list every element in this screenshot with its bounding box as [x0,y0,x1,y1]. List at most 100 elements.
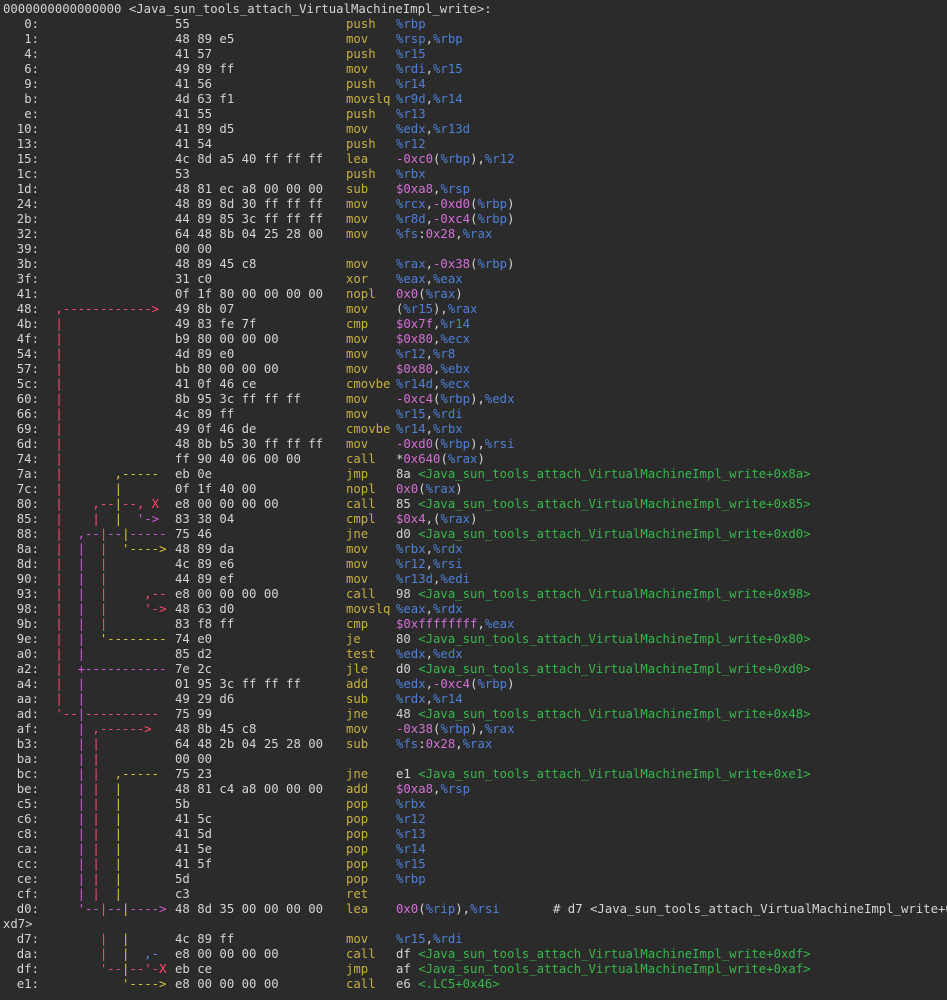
operand-token: , [425,602,434,616]
operand-token: %rbp [396,17,426,31]
arrow-segment: | [48,932,108,946]
operand-token: df [396,947,419,961]
operand-token: ) [507,212,515,226]
address: 9e: [16,632,39,646]
operands: %rdx,%r14 [396,692,463,707]
arrow-segment: --'-X [129,962,167,976]
jump-arrow: | [48,407,62,422]
operand-token: %ebx [440,362,471,376]
arrow-segment: | [62,512,100,526]
operands: %eax,%eax [396,272,463,287]
arrow-segment: | [85,602,108,616]
operand-token: %eax [396,602,426,616]
address: a4: [16,677,39,691]
operand-token: %rbp [440,152,471,166]
instruction-row: 88: | ,--|--|----- 75 46 jne d0 <Java_sun_t… [0,527,947,542]
arrow-segment: | [48,542,63,556]
mnemonic: movslq [346,602,391,616]
arrow-segment: | [48,587,63,601]
instruction-row: 48: ,------------> 49 8b 07 mov (%r15),%ra… [0,302,947,317]
operands: %r9d,%r14 [396,92,463,107]
arrow-segment: | [48,827,86,841]
arrow-segment: | [99,827,123,841]
opcode-bytes: 75 99 [175,707,213,721]
jump-arrow: | [48,332,62,347]
mnemonic: mov [346,302,369,316]
operand-token: , [425,257,434,271]
operand-token: <Java_sun_tools_attach_VirtualMachineImp… [418,662,811,676]
arrow-segment: | [48,872,86,886]
operand-token: , [425,92,434,106]
instruction-row: 5c: | 41 0f 46 ce cmovbe %r14d,%ecx [0,377,947,392]
mnemonic: cmovbe [346,422,391,436]
mnemonic: mov [346,32,369,46]
wrapped-line: xd7> [0,917,947,932]
operand-token: %r15 [433,62,463,76]
operand-token: $0xa8 [396,182,434,196]
jump-arrow: | | | [48,842,122,857]
arrow-segment: '-- [48,902,100,916]
operand-token: %r14 [433,92,463,106]
arrow-segment: ,------------> [48,302,167,316]
mnemonic: call [346,947,376,961]
operands: %r14d,%ecx [396,377,470,392]
operands: %r12 [396,812,426,827]
address: 98: [16,602,39,616]
mnemonic: jle [346,662,369,676]
operands: $0x80,%ecx [396,332,470,347]
jump-arrow: | [48,422,62,437]
operands: 0x0(%rip),%rsi [396,902,500,917]
opcode-bytes: 41 89 d5 [175,122,235,136]
address: 24: [16,197,39,211]
arrow-segment: | [85,797,100,811]
operand-token: %fs [396,227,419,241]
operands: %rcx,-0xd0(%rbp) [396,197,515,212]
mnemonic: call [346,497,376,511]
instruction-row: a2: | +----------- 7e 2c jle d0 <Java_sun_t… [0,662,947,677]
instruction-row: 6: 49 89 ff mov %rdi,%r15 [0,62,947,77]
operand-token: ) [455,482,463,496]
opcode-bytes: 48 89 e5 [175,32,235,46]
address: 1c: [16,167,39,181]
address: 80: [16,497,39,511]
address: 48: [16,302,39,316]
jump-arrow: | | [48,647,85,662]
jump-arrow: | ,--|--|----- [48,527,166,542]
arrow-segment: | [62,677,86,691]
operand-token: %rax [425,287,456,301]
mnemonic: lea [346,902,369,916]
operand-token: %rbx [433,422,463,436]
opcode-bytes: 4d 63 f1 [175,92,235,106]
operand-token: %rdi [433,407,463,421]
operand-token: : [418,737,426,751]
operand-token: ( [418,482,426,496]
operand-token: %r9d [396,92,426,106]
instruction-row: 90: | | | 44 89 ef mov %r13d,%edi [0,572,947,587]
arrow-segment: +----------- [62,662,167,676]
mnemonic: je [346,632,361,646]
operands: d0 <Java_sun_tools_attach_VirtualMachine… [396,527,811,542]
address: 74: [16,452,39,466]
arrow-segment: | [62,617,86,631]
jump-arrow: | | | [48,617,107,632]
operand-token: , [477,617,485,631]
arrow-segment: | [62,542,86,556]
operand-token: %r15 [403,302,434,316]
mnemonic: mov [346,557,369,571]
instruction-row: af: | ,------> 48 8b 45 c8 mov -0x38(%rbp),… [0,722,947,737]
jump-arrow: '--|--'-X [48,962,167,977]
opcode-bytes: 41 0f 46 ce [175,377,257,391]
operand-token: %rbx [396,542,426,556]
operand-token: 8a [396,467,419,481]
address: 2b: [16,212,39,226]
operand-token: <Java_sun_tools_attach_VirtualMachineImp… [418,497,811,511]
jump-arrow: | | [48,932,130,947]
operands: %r14,%rbx [396,422,463,437]
address: 1d: [16,182,39,196]
operands: %edx,%r13d [396,122,470,137]
opcode-bytes: e8 00 00 00 00 [175,947,279,961]
opcode-bytes: 31 c0 [175,272,213,286]
arrow-segment: | [48,482,63,496]
address: 10: [16,122,39,136]
operand-token: 0x0 [396,482,419,496]
